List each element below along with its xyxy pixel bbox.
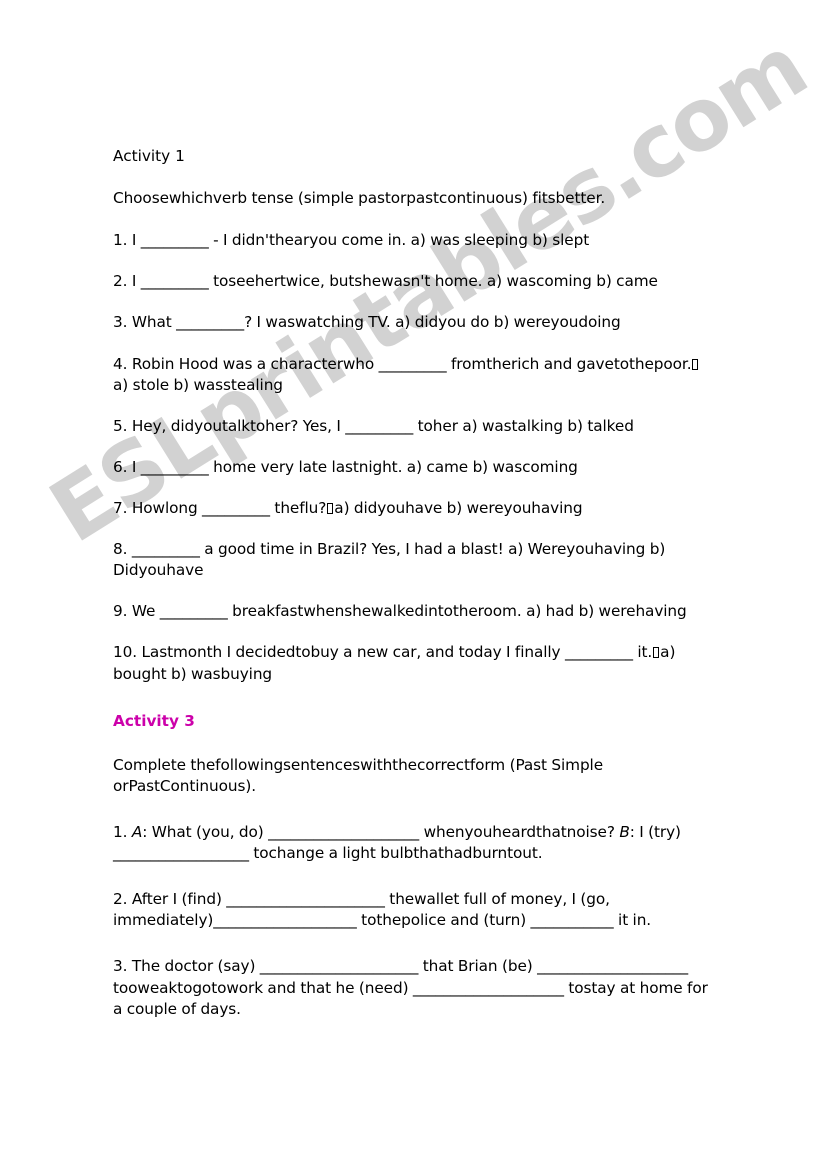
question-segment-2: whenyouheardthatnoise?	[419, 822, 620, 841]
activity1-question-2: 2. I _________ toseehertwice, butshewasn…	[113, 271, 713, 292]
worksheet-content: Activity 1 Choosewhichverb tense (simple…	[113, 146, 713, 1020]
answer-blank[interactable]: _________	[565, 643, 633, 661]
activity1-question-6: 6. I _________ home very late lastnight.…	[113, 457, 713, 478]
answer-blank[interactable]: _________	[141, 458, 209, 476]
question-post-text: toseehertwice, butshewasn't home. a) was…	[208, 272, 658, 291]
answer-blank[interactable]: ____________________	[268, 823, 419, 841]
question-segment-1: After I (find)	[131, 890, 227, 909]
speaker-label-b: B	[619, 822, 630, 841]
question-pre-text: What	[131, 313, 177, 332]
answer-blank[interactable]: _________	[379, 355, 447, 373]
activity1-question-5: 5. Hey, didyoutalktoher? Yes, I ________…	[113, 416, 713, 437]
question-number: 9.	[113, 602, 128, 621]
activity1-instructions: Choosewhichverb tense (simple pastorpast…	[113, 189, 606, 208]
answer-blank[interactable]: __________________	[113, 844, 249, 862]
question-post-text: home very late lastnight. a) came b) was…	[208, 457, 578, 476]
answer-blank[interactable]: _________	[176, 313, 244, 331]
answer-blank[interactable]: _________	[160, 602, 228, 620]
question-number: 5.	[113, 416, 128, 435]
question-post-text: ? I waswatching TV. a) didyou do b) were…	[244, 313, 621, 332]
answer-blank[interactable]: ____________________	[537, 957, 688, 975]
question-number: 1.	[113, 822, 128, 841]
activity1-question-1: 1. I _________ - I didn'thearyou come in…	[113, 230, 713, 251]
activity1-question-10: 10. Lastmonth I decidedtobuy a new car, …	[113, 642, 713, 684]
question-pre-text: Hey, didyoutalktoher? Yes, I	[131, 416, 346, 435]
question-number: 8.	[113, 540, 128, 559]
activity3-heading: Activity 3	[113, 711, 195, 730]
question-pre-text: I	[131, 272, 141, 291]
activity3-instructions: Complete thefollowingsentenceswiththecor…	[113, 755, 604, 795]
answer-blank[interactable]: ___________________	[213, 911, 357, 929]
answer-blank[interactable]: ___________	[531, 911, 614, 929]
missing-glyph-box	[692, 358, 699, 370]
question-pre-text: I	[131, 457, 141, 476]
activity1-question-4: 4. Robin Hood was a characterwho _______…	[113, 354, 713, 396]
question-segment-3: : I (try)	[629, 822, 681, 841]
answer-blank[interactable]: _____________________	[226, 890, 385, 908]
question-number: 6.	[113, 457, 128, 476]
question-post-text: toher a) wastalking b) talked	[413, 416, 634, 435]
question-segment-2: that Brian (be)	[418, 957, 538, 976]
answer-blank[interactable]: _________	[345, 417, 413, 435]
answer-blank[interactable]: _________	[141, 231, 209, 249]
question-pre-text: Lastmonth I decidedtobuy a new car, and …	[141, 643, 565, 662]
answer-blank[interactable]: ____________________	[413, 979, 564, 997]
answer-blank[interactable]: _________	[141, 272, 209, 290]
question-pre-text: I	[131, 231, 141, 250]
worksheet-page: ESLprintables.com Activity 1 Choosewhich…	[0, 0, 826, 1169]
question-segment-1: The doctor (say)	[131, 957, 260, 976]
question-post-text: fromtherich and gavetothepoor.	[446, 354, 692, 373]
activity3-question-3: 3. The doctor (say) ____________________…	[113, 956, 713, 1019]
missing-glyph-box	[653, 647, 660, 659]
question-pre-text: Robin Hood was a characterwho	[131, 354, 379, 373]
question-number: 1.	[113, 231, 128, 250]
question-segment-4: it in.	[613, 911, 652, 930]
question-post-text: breakfastwhenshewalkedintotheroom. a) ha…	[227, 602, 687, 621]
question-post-text: theflu?	[269, 498, 327, 517]
question-number: 2.	[113, 272, 128, 291]
activity1-question-8: 8. _________ a good time in Brazil? Yes,…	[113, 539, 713, 581]
question-number: 4.	[113, 354, 128, 373]
question-segment-4: tochange a light bulbthathadburntout.	[248, 844, 543, 863]
activity1-question-7: 7. Howlong _________ theflu? a) didyouhav…	[113, 498, 713, 519]
speaker-label-a: A	[131, 822, 143, 841]
question-number: 7.	[113, 498, 128, 517]
answer-blank[interactable]: _____________________	[260, 957, 419, 975]
answer-blank[interactable]: _________	[202, 499, 270, 517]
question-tail-text: a) stole b) wasstealing	[113, 375, 283, 394]
question-number: 3.	[113, 957, 128, 976]
activity1-question-9: 9. We _________ breakfastwhenshewalkedin…	[113, 601, 713, 622]
question-number: 3.	[113, 313, 128, 332]
question-segment-3: tothepolice and (turn)	[356, 911, 531, 930]
question-post-text: - I didn'thearyou come in. a) was sleepi…	[208, 231, 590, 250]
question-pre-text: Howlong	[131, 498, 203, 517]
activity1-question-3: 3. What _________? I waswatching TV. a) …	[113, 312, 713, 333]
question-tail-text: a) didyouhave b) wereyouhaving	[334, 498, 583, 517]
question-post-text: it.	[632, 643, 653, 662]
activity1-heading: Activity 1	[113, 147, 185, 165]
question-pre-text: We	[131, 602, 160, 621]
activity3-question-2: 2. After I (find) _____________________ …	[113, 889, 713, 931]
question-number: 10.	[113, 643, 138, 662]
question-segment-3: tooweaktogotowork and that he (need)	[113, 978, 413, 997]
question-number: 2.	[113, 890, 128, 909]
missing-glyph-box	[327, 502, 334, 514]
question-segment-1: : What (you, do)	[142, 822, 269, 841]
activity3-question-1: 1. A: What (you, do) ___________________…	[113, 822, 713, 864]
answer-blank[interactable]: _________	[132, 540, 200, 558]
